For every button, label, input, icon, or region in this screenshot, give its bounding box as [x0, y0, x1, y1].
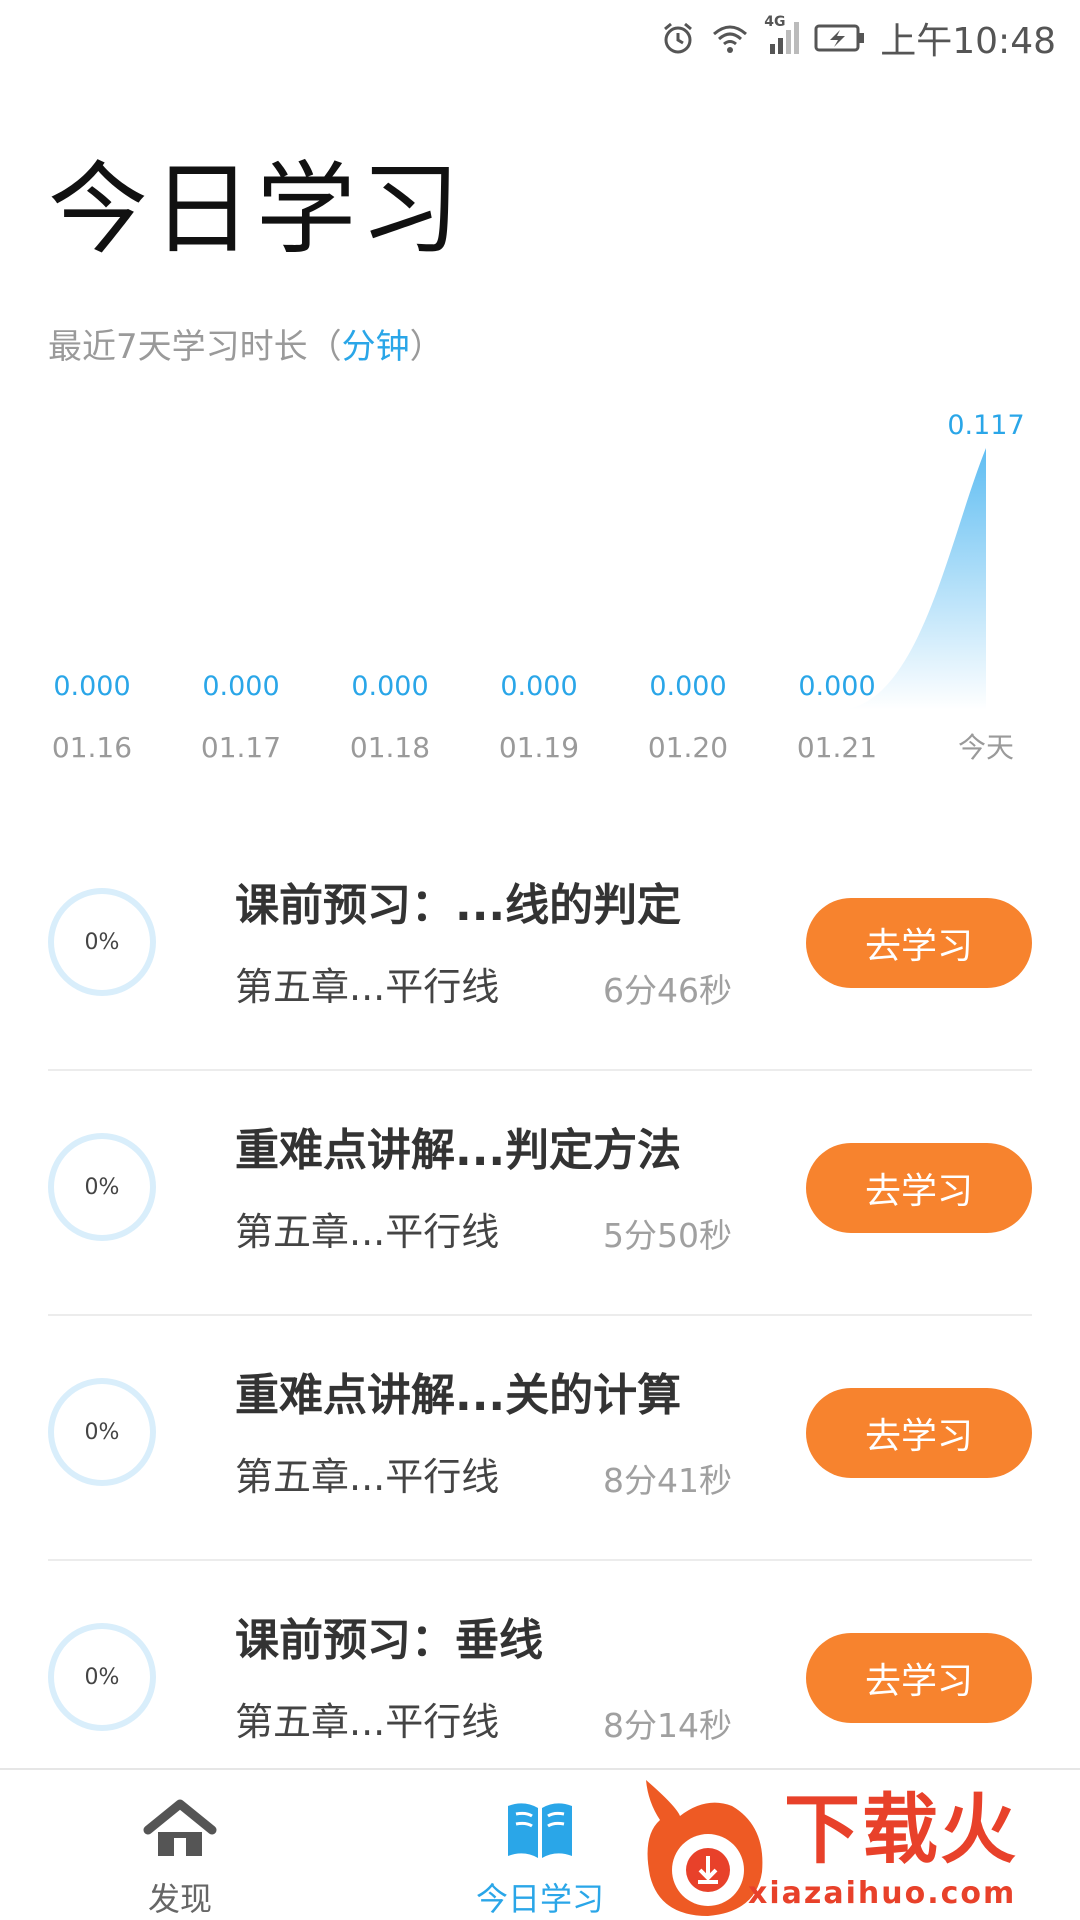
chart-x-tick-label: 01.19	[499, 731, 579, 764]
lesson-item[interactable]: 0% 课前预习：...线的判定 第五章...平行线 6分46秒 去学习	[0, 826, 1080, 1071]
lesson-duration: 5分50秒	[603, 1216, 732, 1255]
go-study-button[interactable]: 去学习	[806, 1143, 1032, 1233]
chart-x-tick-label: 01.16	[52, 731, 132, 764]
chart-x-tick-label: 01.20	[648, 731, 728, 764]
home-icon	[142, 1798, 218, 1866]
chart-caption-prefix: 最近7天学习时长（	[48, 327, 342, 367]
progress-ring: 0%	[48, 1133, 156, 1241]
nav-label-today-study: 今日学习	[475, 1880, 604, 1918]
nav-label-discover: 发现	[147, 1880, 212, 1918]
lesson-duration: 8分41秒	[603, 1461, 732, 1500]
go-study-button[interactable]: 去学习	[806, 1388, 1032, 1478]
lesson-chapter: 第五章...平行线	[235, 1700, 500, 1744]
study-time-chart-svg: 0.000 01.16 0.000 01.17 0.000 01.18 0.000 01.19…	[52, 410, 1025, 764]
chart-x-tick-label: 01.17	[201, 731, 281, 764]
chart-value-label: 0.000	[798, 671, 875, 702]
chart-value-label: 0.117	[947, 410, 1024, 441]
progress-text: 0%	[84, 1664, 120, 1690]
nav-item-discover[interactable]: 发现	[80, 1770, 280, 1920]
lesson-title: 重难点讲解...关的计算	[235, 1370, 682, 1421]
watermark-logo: 下载火 xiazaihuo.com	[636, 1776, 1080, 1920]
go-study-button[interactable]: 去学习	[806, 898, 1032, 988]
chart-value-label: 0.000	[202, 671, 279, 702]
lesson-duration: 8分14秒	[603, 1706, 732, 1745]
go-study-button[interactable]: 去学习	[806, 1633, 1032, 1723]
wifi-icon	[710, 20, 750, 56]
chart-caption: 最近7天学习时长（分钟）	[48, 322, 444, 372]
page-title: 今日学习	[48, 151, 464, 268]
chart-x-tick-label: 今天	[958, 731, 1014, 764]
status-bar: 4G 上午10:48	[0, 0, 1080, 76]
chart-x-tick-label: 01.21	[797, 731, 877, 764]
lesson-chapter: 第五章...平行线	[235, 965, 500, 1009]
chart-value-label: 0.000	[53, 671, 130, 702]
lesson-chapter: 第五章...平行线	[235, 1210, 500, 1254]
progress-ring: 0%	[48, 1623, 156, 1731]
watermark-text: 下载火	[784, 1785, 1018, 1874]
lesson-title: 课前预习：...线的判定	[235, 880, 682, 931]
lesson-title: 课前预习：垂线	[235, 1615, 543, 1666]
progress-text: 0%	[84, 1419, 120, 1445]
network-type: 4G	[764, 14, 786, 30]
book-icon	[502, 1798, 578, 1866]
watermark-domain: xiazaihuo.com	[748, 1876, 1017, 1911]
lesson-item[interactable]: 0% 重难点讲解...判定方法 第五章...平行线 5分50秒 去学习	[0, 1071, 1080, 1316]
chart-x-tick-label: 01.18	[350, 731, 430, 764]
progress-text: 0%	[84, 1174, 120, 1200]
nav-item-today-study[interactable]: 今日学习	[440, 1770, 640, 1920]
lesson-chapter: 第五章...平行线	[235, 1455, 500, 1499]
lesson-duration: 6分46秒	[603, 971, 732, 1010]
chart-caption-unit: 分钟	[341, 327, 410, 367]
chart-caption-suffix: ）	[409, 327, 444, 367]
battery-charging-icon	[814, 23, 866, 53]
lesson-item[interactable]: 0% 重难点讲解...关的计算 第五章...平行线 8分41秒 去学习	[0, 1316, 1080, 1561]
progress-text: 0%	[84, 929, 120, 955]
chart-value-label: 0.000	[649, 671, 726, 702]
lesson-list: 0% 课前预习：...线的判定 第五章...平行线 6分46秒 去学习 0% 重…	[0, 826, 1080, 1806]
progress-ring: 0%	[48, 1378, 156, 1486]
chart-value-label: 0.000	[351, 671, 428, 702]
status-icons: 4G 上午10:48	[660, 14, 1056, 62]
lesson-title: 重难点讲解...判定方法	[235, 1125, 682, 1176]
alarm-icon	[660, 20, 696, 56]
status-time: 上午10:48	[880, 21, 1056, 62]
signal-icon: 4G	[764, 14, 800, 56]
study-time-chart: 0.000 01.16 0.000 01.17 0.000 01.18 0.000 01.19…	[0, 390, 1080, 790]
progress-ring: 0%	[48, 888, 156, 996]
chart-value-label: 0.000	[500, 671, 577, 702]
